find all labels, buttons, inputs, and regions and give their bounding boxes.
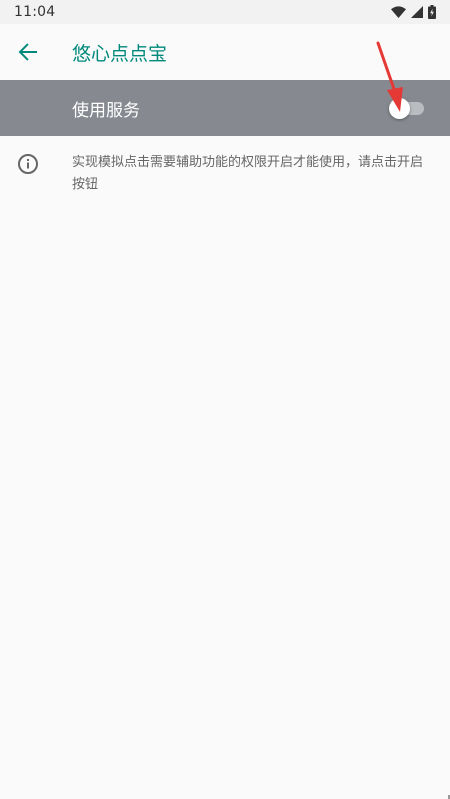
info-icon (18, 154, 38, 174)
info-row: 实现模拟点击需要辅助功能的权限开启才能使用，请点击开启按钮 (0, 136, 450, 206)
app-title: 悠心点点宝 (72, 42, 168, 65)
battery-charging-icon (428, 5, 436, 19)
status-icons (391, 5, 436, 19)
service-toggle[interactable] (388, 96, 426, 120)
status-time: 11:04 (14, 4, 56, 20)
service-switch-row[interactable]: 使用服务 (0, 80, 450, 136)
wifi-icon (391, 6, 406, 18)
info-text: 实现模拟点击需要辅助功能的权限开启才能使用，请点击开启按钮 (72, 155, 424, 192)
service-switch-label: 使用服务 (72, 100, 140, 121)
screen: 11:04 悠心点点宝 使用服务 实现模拟点击需要辅助功能的权限开启才能使用，请… (0, 0, 450, 799)
status-bar: 11:04 (0, 0, 450, 24)
signal-icon (411, 6, 423, 18)
back-button[interactable] (0, 24, 56, 80)
app-bar: 悠心点点宝 (0, 24, 450, 80)
toggle-thumb (389, 98, 410, 119)
arrow-back-icon (18, 43, 37, 61)
